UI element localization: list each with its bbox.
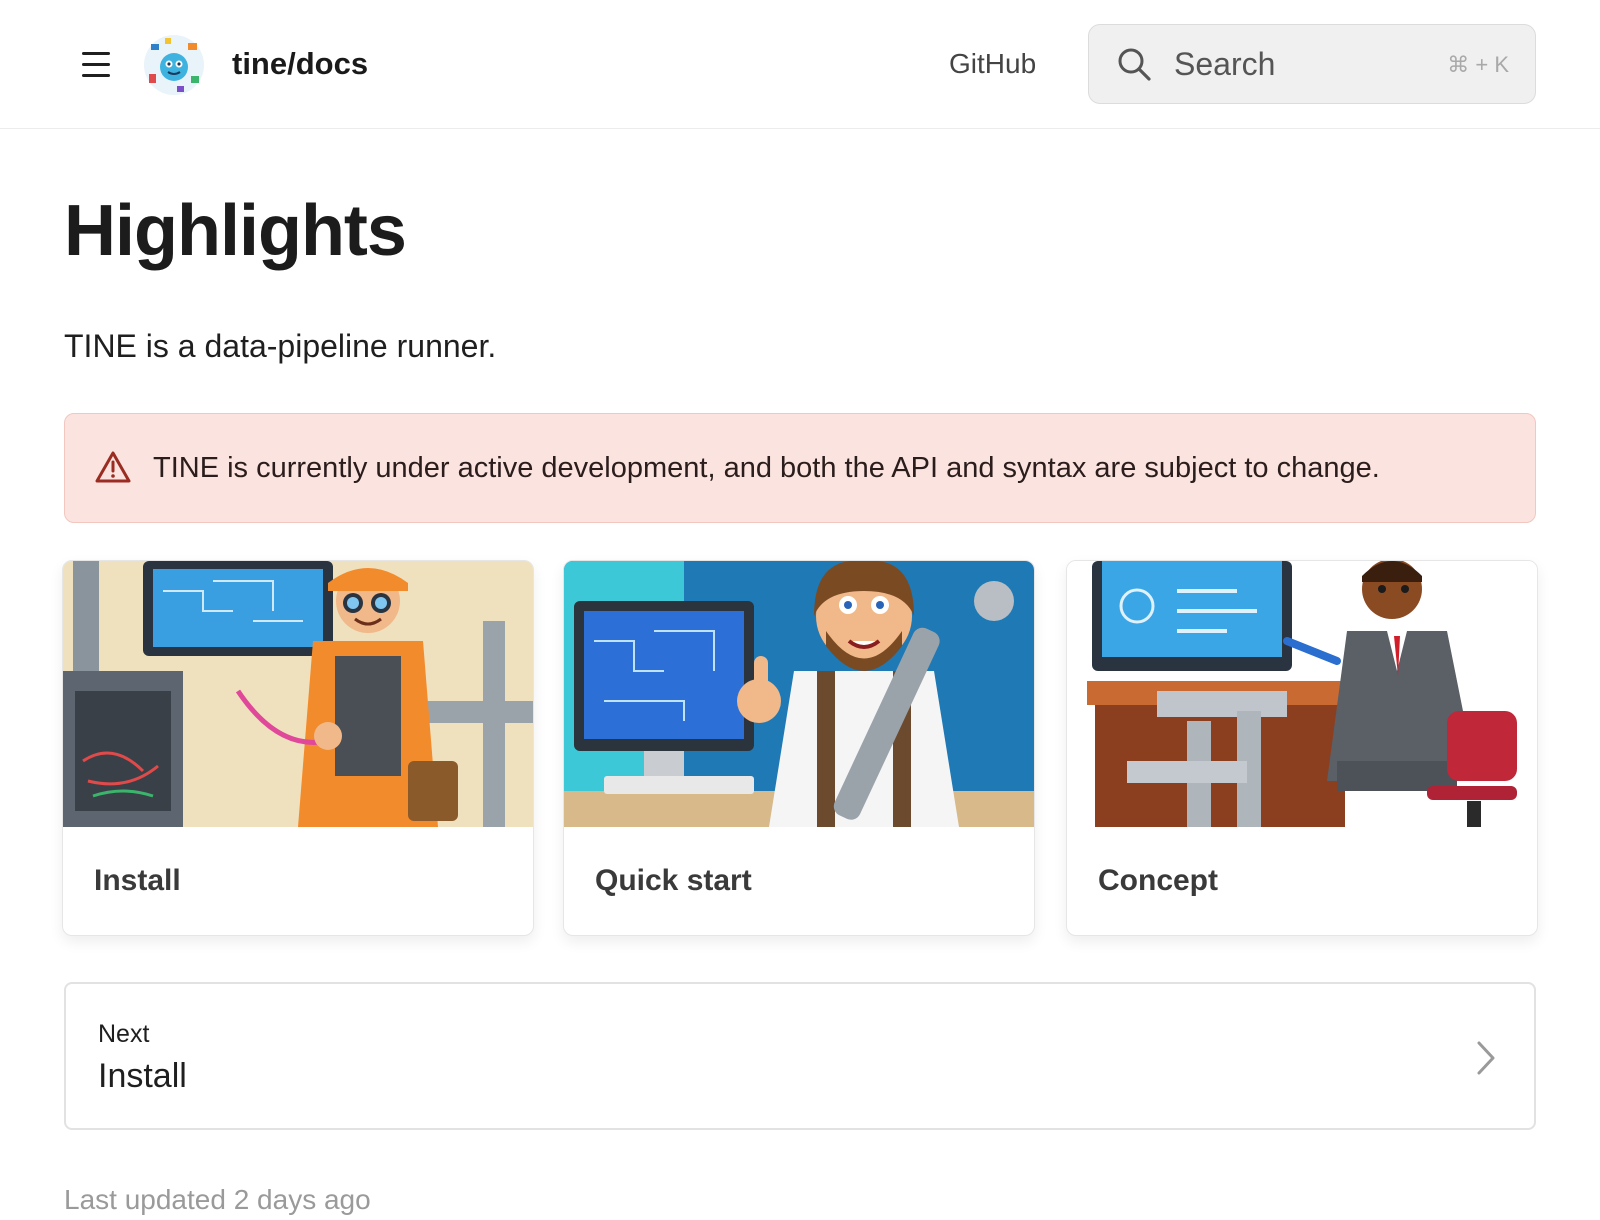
search-input[interactable]: Search ⌘ + K <box>1088 24 1536 104</box>
github-link[interactable]: GitHub <box>949 44 1036 84</box>
card-install[interactable]: Install <box>62 560 534 936</box>
warning-message: TINE is currently under active developme… <box>153 452 1380 484</box>
search-icon <box>1118 48 1151 81</box>
warning-triangle-icon <box>95 451 131 483</box>
next-page-link[interactable]: Next Install <box>64 982 1536 1130</box>
last-updated-text: Last updated 2 days ago <box>64 1184 371 1215</box>
next-label: Next <box>98 1020 150 1048</box>
businessman-desk-illustration <box>1067 561 1537 827</box>
site-title-link[interactable]: tine/docs <box>232 42 368 86</box>
next-page-title: Install <box>98 1057 187 1095</box>
search-placeholder: Search <box>1174 46 1276 82</box>
plumber-thumbs-up-illustration <box>564 561 1034 827</box>
page-title: Highlights <box>64 191 407 271</box>
hamburger-menu-icon[interactable] <box>74 44 118 84</box>
card-concept[interactable]: Concept <box>1066 560 1538 936</box>
tine-logo-icon[interactable] <box>143 34 205 96</box>
card-quick-start[interactable]: Quick start <box>563 560 1035 936</box>
card-label: Concept <box>1098 864 1218 897</box>
warning-callout: TINE is currently under active developme… <box>64 413 1536 523</box>
card-label: Quick start <box>595 864 752 897</box>
top-nav-bar: tine/docs GitHub Search ⌘ + K <box>0 0 1600 129</box>
chevron-right-icon <box>1477 1041 1495 1075</box>
search-shortcut-hint: ⌘ + K <box>1447 52 1509 77</box>
plumber-server-illustration <box>63 561 533 827</box>
intro-text: TINE is a data-pipeline runner. <box>64 328 497 364</box>
card-label: Install <box>94 864 181 897</box>
